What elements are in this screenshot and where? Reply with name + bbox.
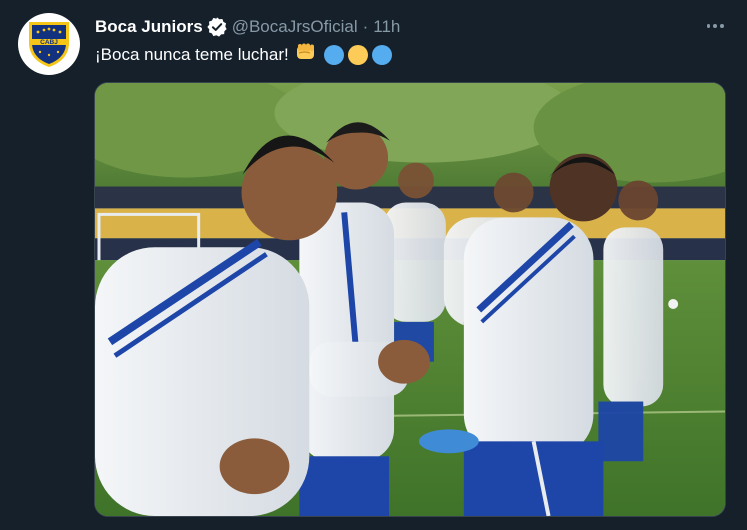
emoji-row <box>295 42 392 68</box>
blue-circle-icon <box>371 45 392 65</box>
more-dot <box>719 24 724 28</box>
tweet-header: Boca Juniors @BocaJrsOficial · 11h <box>95 16 400 38</box>
more-options-button[interactable] <box>705 16 725 36</box>
more-horizontal-icon <box>706 24 711 28</box>
yellow-circle-icon <box>347 45 368 65</box>
tweet-photo[interactable] <box>94 82 726 517</box>
verified-badge-icon <box>207 17 227 37</box>
display-name[interactable]: Boca Juniors <box>95 17 203 37</box>
boca-juniors-crest-icon: CABJ <box>29 22 69 67</box>
separator-dot: · <box>362 17 369 36</box>
training-photo-image <box>95 83 725 516</box>
fist-icon <box>295 42 317 68</box>
crest-lettering: CABJ <box>40 39 58 46</box>
tweet[interactable]: CABJ Boca Juniors @BocaJrsOficial · 11h … <box>0 0 747 530</box>
more-dot <box>713 24 717 28</box>
avatar[interactable]: CABJ <box>18 13 80 75</box>
tweet-text: ¡Boca nunca teme luchar! <box>95 42 392 68</box>
tweet-text-content: ¡Boca nunca teme luchar! <box>95 45 289 64</box>
user-handle[interactable]: @BocaJrsOficial <box>232 17 358 37</box>
blue-circle-icon <box>323 45 344 65</box>
tweet-timestamp[interactable]: 11h <box>373 17 400 37</box>
